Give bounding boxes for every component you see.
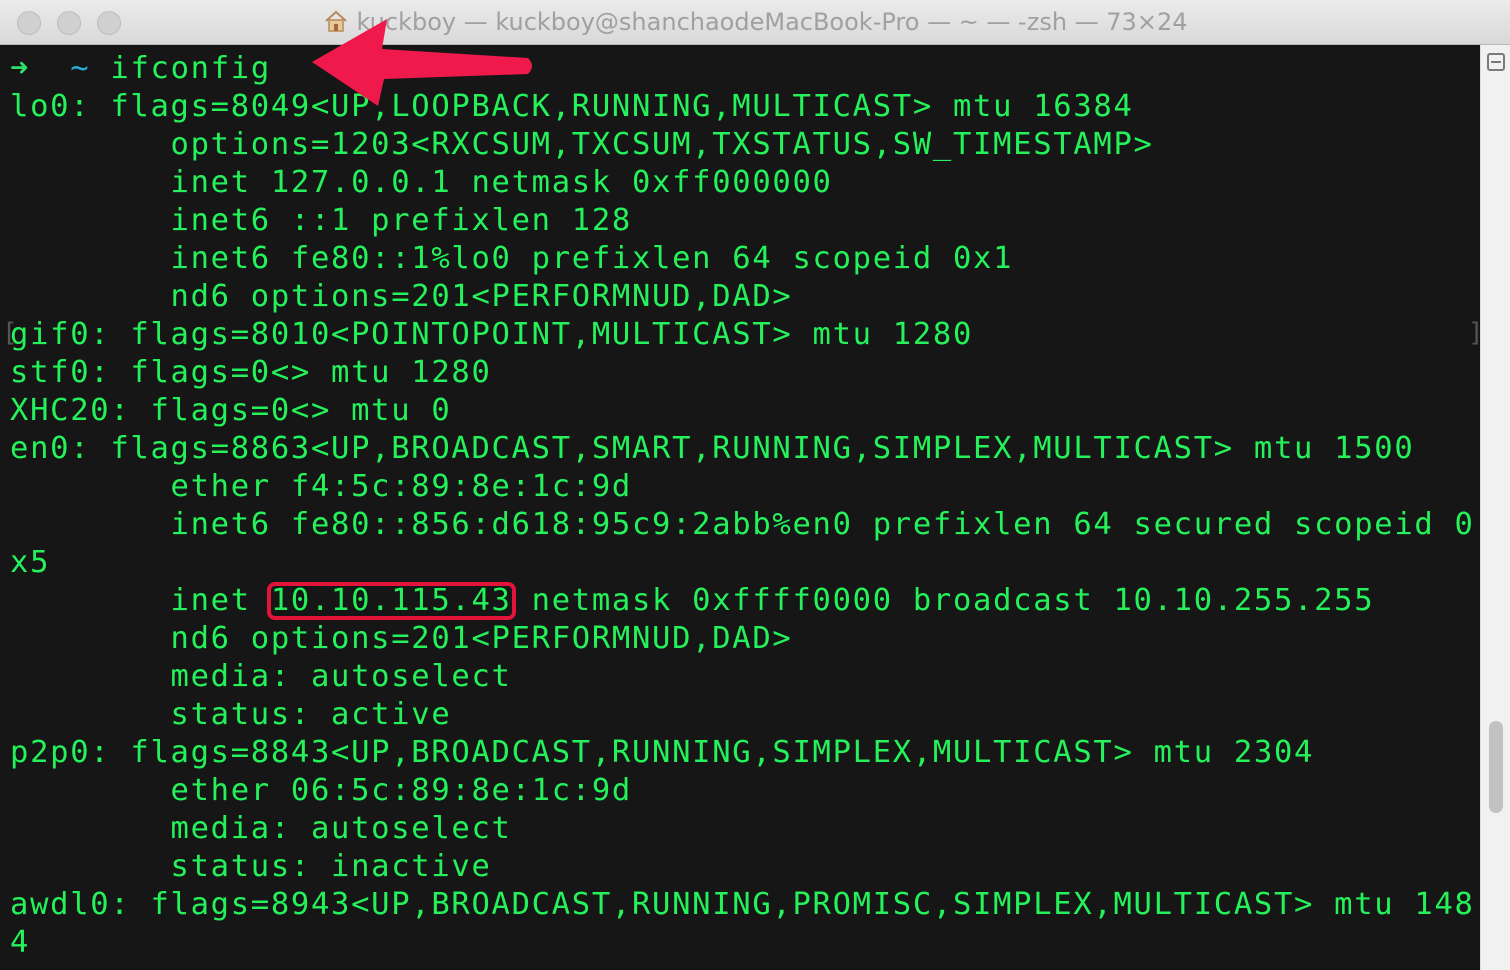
highlighted-ip-address: 10.10.115.43 [266, 582, 516, 620]
terminal-line: ether 06:5c:89:8e:1c:9d [10, 773, 632, 808]
inet-prefix: inet [10, 583, 271, 618]
terminal-line: status: active [10, 697, 452, 732]
terminal-line: en0: flags=8863<UP,BROADCAST,SMART,RUNNI… [10, 431, 1415, 466]
terminal-line: lo0: flags=8049<UP,LOOPBACK,RUNNING,MULT… [10, 89, 1134, 124]
scrollbar-thumb[interactable] [1489, 721, 1503, 813]
terminal-line: nd6 options=201<PERFORMNUD,DAD> [10, 621, 793, 656]
terminal-line: gif0: flags=8010<POINTOPOINT,MULTICAST> … [10, 317, 974, 352]
terminal-line: ether f4:5c:89:8e:1c:9d [10, 469, 632, 504]
terminal-line: inet6 fe80::1%lo0 prefixlen 64 scopeid 0… [10, 241, 1014, 276]
terminal-line: inet 127.0.0.1 netmask 0xff000000 [10, 165, 833, 200]
terminal-line: awdl0: flags=8943<UP,BROADCAST,RUNNING,P… [10, 887, 1475, 922]
terminal-line: status: inactive [10, 849, 492, 884]
prompt-directory: ~ [70, 51, 91, 86]
terminal-line-inet: inet 10.10.115.43 netmask 0xffff0000 bro… [10, 582, 1374, 620]
terminal-line: inet6 ::1 prefixlen 128 [10, 203, 632, 238]
scrollbar-menu-icon[interactable] [1487, 53, 1505, 71]
prompt-arrow-icon: ➜ [10, 51, 31, 86]
terminal-line: 4 [10, 925, 31, 960]
terminal-viewport[interactable]: ➜ ~ ifconfig lo0: flags=8049<UP,LOOPBACK… [0, 45, 1480, 970]
terminal-line: p2p0: flags=8843<UP,BROADCAST,RUNNING,SI… [10, 735, 1315, 770]
terminal-line: inet6 fe80::856:d618:95c9:2abb%en0 prefi… [10, 507, 1475, 542]
terminal-line: x5 [10, 545, 51, 580]
vertical-scrollbar[interactable] [1480, 45, 1510, 970]
window-titlebar: kuckboy — kuckboy@shanchaodeMacBook-Pro … [0, 0, 1510, 45]
terminal-line: nd6 options=201<PERFORMNUD,DAD> [10, 279, 793, 314]
terminal-line: media: autoselect [10, 659, 512, 694]
terminal-line: stf0: flags=0<> mtu 1280 [10, 355, 492, 390]
home-icon [323, 2, 349, 32]
terminal-line: options=1203<RXCSUM,TXCSUM,TXSTATUS,SW_T… [10, 127, 1154, 162]
inet-suffix: netmask 0xffff0000 broadcast 10.10.255.2… [511, 583, 1375, 618]
terminal-line: XHC20: flags=0<> mtu 0 [10, 393, 452, 428]
window-title: kuckboy — kuckboy@shanchaodeMacBook-Pro … [356, 8, 1188, 36]
window-title-container: kuckboy — kuckboy@shanchaodeMacBook-Pro … [0, 0, 1510, 44]
prompt-line: ➜ ~ ifconfig [10, 50, 271, 88]
prompt-command: ifconfig [110, 51, 271, 86]
terminal-line: media: autoselect [10, 811, 512, 846]
left-bracket-mark: [ [2, 318, 18, 348]
